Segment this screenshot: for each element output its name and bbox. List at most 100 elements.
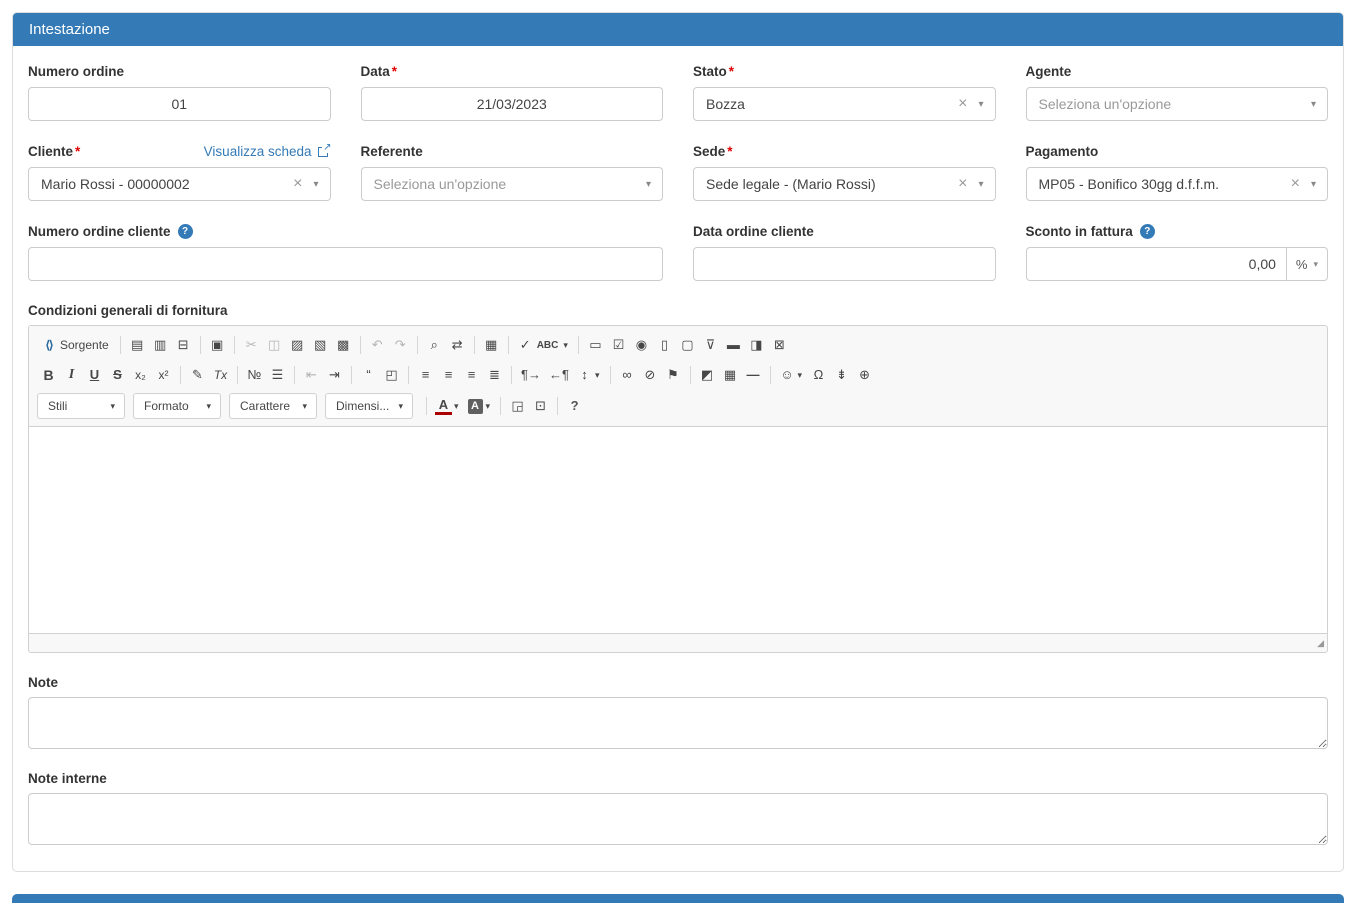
text-color-button[interactable]: A▾ (432, 394, 464, 418)
sconto-unit-select[interactable]: % ▾ (1286, 247, 1328, 281)
show-blocks-button[interactable]: ⊡ (529, 394, 552, 418)
cliente-select[interactable]: Mario Rossi - 00000002 × ▾ (28, 167, 331, 201)
bulleted-list-button[interactable]: ☰ (266, 363, 289, 387)
font-size-button[interactable]: Dimensi...▾ (325, 393, 413, 419)
paste-from-word-button[interactable]: ▩ (332, 333, 355, 357)
paste-button[interactable]: ▨ (286, 333, 309, 357)
find-button[interactable]: ⌕ (423, 333, 446, 357)
condizioni-editor-section: Condizioni generali di fornitura ⟨⟩Sorge… (28, 303, 1328, 653)
strikethrough-button[interactable]: S (106, 363, 129, 387)
image-button[interactable]: ◩ (696, 363, 719, 387)
page-break-button[interactable]: ⇟ (830, 363, 853, 387)
chevron-down-icon: ▾ (308, 179, 329, 190)
button-field-button[interactable]: ▬ (722, 333, 745, 357)
subscript-button[interactable]: x₂ (129, 363, 152, 387)
stato-select[interactable]: Bozza × ▾ (693, 87, 996, 121)
select-field-button[interactable]: ⊽ (699, 333, 722, 357)
cliente-label: Cliente* Visualizza scheda (28, 143, 331, 160)
smiley-button[interactable]: ☺▾ (776, 363, 808, 387)
referente-label: Referente (361, 143, 664, 160)
toolbar-separator (120, 336, 121, 354)
sede-select[interactable]: Sede legale - (Mario Rossi) × ▾ (693, 167, 996, 201)
div-container-button[interactable]: ◰ (380, 363, 403, 387)
redo-button[interactable]: ↷ (389, 333, 412, 357)
cut-button[interactable]: ✂ (240, 333, 263, 357)
note-interne-textarea[interactable] (28, 793, 1328, 845)
clear-icon[interactable]: × (952, 96, 973, 112)
superscript-button[interactable]: x² (152, 363, 175, 387)
link-button[interactable]: ∞ (616, 363, 639, 387)
undo-button[interactable]: ↶ (366, 333, 389, 357)
increase-indent-button[interactable]: ⇥ (323, 363, 346, 387)
maximize-button[interactable]: ◲ (506, 394, 529, 418)
clear-icon[interactable]: × (952, 176, 973, 192)
blockquote-button[interactable]: “ (357, 363, 380, 387)
resize-grip[interactable]: ◢ (1317, 639, 1327, 648)
format-button[interactable]: Formato▾ (133, 393, 221, 419)
image-button-button[interactable]: ◨ (745, 333, 768, 357)
numero-ordine-cliente-input[interactable] (28, 247, 663, 281)
checkbox-button[interactable]: ☑ (607, 333, 630, 357)
form-button[interactable]: ▭ (584, 333, 607, 357)
styles-label: Stili (45, 399, 70, 413)
print-preview-button[interactable]: ▥ (149, 333, 172, 357)
smiley-icon: ☺ (779, 364, 796, 386)
toolbar-separator (360, 336, 361, 354)
export-pdf-button[interactable]: ▤ (126, 333, 149, 357)
copy-formatting-button[interactable]: ✎ (186, 363, 209, 387)
table-button[interactable]: ▦ (719, 363, 742, 387)
justify-button[interactable]: ≣ (483, 363, 506, 387)
styles-button[interactable]: Stili▾ (37, 393, 125, 419)
sconto-input[interactable] (1026, 247, 1286, 281)
text-field-button[interactable]: ▯ (653, 333, 676, 357)
line-height-button[interactable]: ↕▾ (573, 363, 605, 387)
anchor-button[interactable]: ⚑ (662, 363, 685, 387)
paste-from-word-icon: ▩ (335, 334, 352, 356)
data-ordine-cliente-input[interactable] (693, 247, 996, 281)
remove-format-button[interactable]: Tx (209, 363, 232, 387)
iframe-button[interactable]: ⊕ (853, 363, 876, 387)
select-all-button[interactable]: ▦ (480, 333, 503, 357)
horizontal-rule-button[interactable]: ― (742, 363, 765, 387)
special-character-button[interactable]: Ω (807, 363, 830, 387)
align-right-button[interactable]: ≡ (460, 363, 483, 387)
clear-icon[interactable]: × (287, 176, 308, 192)
underline-button[interactable]: U (83, 363, 106, 387)
data-input[interactable] (361, 87, 664, 121)
copy-button[interactable]: ◫ (263, 333, 286, 357)
align-center-button[interactable]: ≡ (437, 363, 460, 387)
text-direction-ltr-button[interactable]: ¶→ (517, 363, 545, 387)
numero-ordine-input[interactable] (28, 87, 331, 121)
background-color-button[interactable]: A▾ (464, 394, 496, 418)
align-left-button[interactable]: ≡ (414, 363, 437, 387)
help-icon[interactable]: ? (1140, 224, 1155, 239)
source-button[interactable]: ⟨⟩Sorgente (37, 333, 115, 357)
editor-content[interactable] (29, 427, 1327, 633)
italic-button[interactable]: I (60, 363, 83, 387)
bold-button[interactable]: B (37, 363, 60, 387)
about-button[interactable]: ? (563, 394, 586, 418)
hidden-field-button[interactable]: ⊠ (768, 333, 791, 357)
decrease-indent-button[interactable]: ⇤ (300, 363, 323, 387)
replace-button[interactable]: ⇄ (446, 333, 469, 357)
unlink-button[interactable]: ⊘ (639, 363, 662, 387)
clear-icon[interactable]: × (1285, 176, 1306, 192)
referente-select[interactable]: Seleziona un'opzione ▾ (361, 167, 664, 201)
paste-text-button[interactable]: ▧ (309, 333, 332, 357)
radio-button-button[interactable]: ◉ (630, 333, 653, 357)
text-direction-rtl-button[interactable]: ←¶ (545, 363, 573, 387)
spell-check-button[interactable]: ✓ABC▾ (514, 333, 573, 357)
templates-button[interactable]: ▣ (206, 333, 229, 357)
blockquote-icon: “ (360, 364, 377, 386)
font-button[interactable]: Carattere▾ (229, 393, 317, 419)
print-button[interactable]: ⊟ (172, 333, 195, 357)
agente-select[interactable]: Seleziona un'opzione ▾ (1026, 87, 1329, 121)
panel-title: Intestazione (13, 13, 1343, 46)
pagamento-select[interactable]: MP05 - Bonifico 30gg d.f.f.m. × ▾ (1026, 167, 1329, 201)
numbered-list-button[interactable]: № (243, 363, 266, 387)
textarea-field-button[interactable]: ▢ (676, 333, 699, 357)
visualizza-scheda-link[interactable]: Visualizza scheda (204, 144, 331, 159)
help-icon[interactable]: ? (178, 224, 193, 239)
field-numero-ordine-cliente: Numero ordine cliente? (28, 223, 663, 281)
note-textarea[interactable] (28, 697, 1328, 749)
